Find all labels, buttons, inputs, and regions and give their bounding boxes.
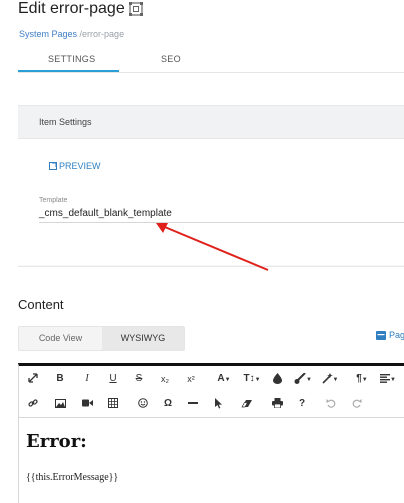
magic-wand-icon[interactable]: ▼ — [318, 369, 342, 389]
wysiwyg-editor: B I U S x₂ x² A▼ T↕▼ ▼ ▼ ¶▼ ▼ Ω ? Error:… — [18, 363, 404, 503]
page-link[interactable]: Pag — [376, 330, 404, 340]
special-characters-button[interactable]: Ω — [159, 394, 177, 414]
page-type-icon — [129, 2, 143, 16]
tab-seo[interactable]: SEO — [161, 54, 181, 64]
page-title: Edit error-page — [18, 0, 125, 17]
video-icon[interactable] — [78, 394, 96, 414]
toolbar-row-1: B I U S x₂ x² A▼ T↕▼ ▼ ▼ ¶▼ ▼ — [19, 366, 404, 391]
breadcrumb: System Pages /error-page — [19, 29, 124, 39]
content-heading: Content — [18, 297, 64, 312]
strikethrough-button[interactable]: S — [130, 369, 148, 389]
wysiwyg-button[interactable]: WYSIWYG — [102, 327, 184, 350]
editor-body-text: {{this.ErrorMessage}} — [26, 472, 119, 483]
emoji-icon[interactable] — [134, 394, 152, 414]
select-cursor-icon[interactable] — [210, 394, 228, 414]
font-color-button[interactable]: A▼ — [212, 369, 236, 389]
tab-bar: SETTINGS SEO — [18, 44, 404, 73]
font-size-button[interactable]: T↕▼ — [240, 369, 264, 389]
preview-button[interactable]: PREVIEW — [49, 161, 101, 171]
redo-icon[interactable] — [348, 394, 366, 414]
link-icon[interactable] — [24, 394, 42, 414]
horizontal-line-icon[interactable] — [184, 394, 202, 414]
font-color-label: A — [217, 373, 225, 384]
item-settings-title: Item Settings — [39, 117, 92, 127]
paint-brush-icon[interactable]: ▼ — [291, 369, 315, 389]
eraser-icon[interactable] — [238, 394, 256, 414]
breadcrumb-current: /error-page — [79, 29, 125, 39]
align-icon[interactable]: ▼ — [376, 369, 400, 389]
superscript-button[interactable]: x² — [182, 369, 200, 389]
toolbar-row-2: Ω ? — [19, 391, 404, 416]
item-settings-header: Item Settings — [18, 106, 404, 139]
page-icon — [376, 330, 386, 340]
italic-button[interactable]: I — [78, 369, 96, 389]
tab-settings[interactable]: SETTINGS — [48, 54, 95, 64]
image-icon[interactable] — [51, 394, 69, 414]
editor-content-area[interactable]: Error: {{this.ErrorMessage}} — [19, 418, 404, 503]
code-view-button[interactable]: Code View — [19, 327, 102, 350]
editor-toolbar: B I U S x₂ x² A▼ T↕▼ ▼ ▼ ¶▼ ▼ Ω ? — [19, 366, 404, 418]
preview-label: PREVIEW — [59, 161, 101, 171]
caret-down-icon: ▼ — [361, 377, 368, 383]
breadcrumb-system-pages[interactable]: System Pages — [19, 29, 77, 39]
editor-heading: Error: — [26, 431, 87, 452]
help-button[interactable]: ? — [293, 394, 311, 414]
print-icon[interactable] — [268, 394, 286, 414]
view-toggle: Code View WYSIWYG — [18, 326, 185, 351]
undo-icon[interactable] — [322, 394, 340, 414]
template-label: Template — [39, 197, 68, 204]
font-size-label: T↕ — [243, 373, 255, 384]
table-icon[interactable] — [104, 394, 122, 414]
preview-icon — [49, 162, 57, 170]
paragraph-format-button[interactable]: ¶▼ — [350, 369, 374, 389]
caret-down-icon: ▼ — [254, 377, 261, 383]
underline-button[interactable]: U — [104, 369, 122, 389]
annotation-arrow — [156, 223, 269, 271]
bold-button[interactable]: B — [51, 369, 69, 389]
subscript-button[interactable]: x₂ — [156, 369, 174, 389]
color-fill-icon[interactable] — [268, 369, 286, 389]
page-link-label: Pag — [389, 330, 404, 340]
active-tab-indicator — [18, 70, 119, 72]
fullscreen-icon[interactable] — [24, 369, 42, 389]
caret-down-icon: ▼ — [224, 377, 231, 383]
